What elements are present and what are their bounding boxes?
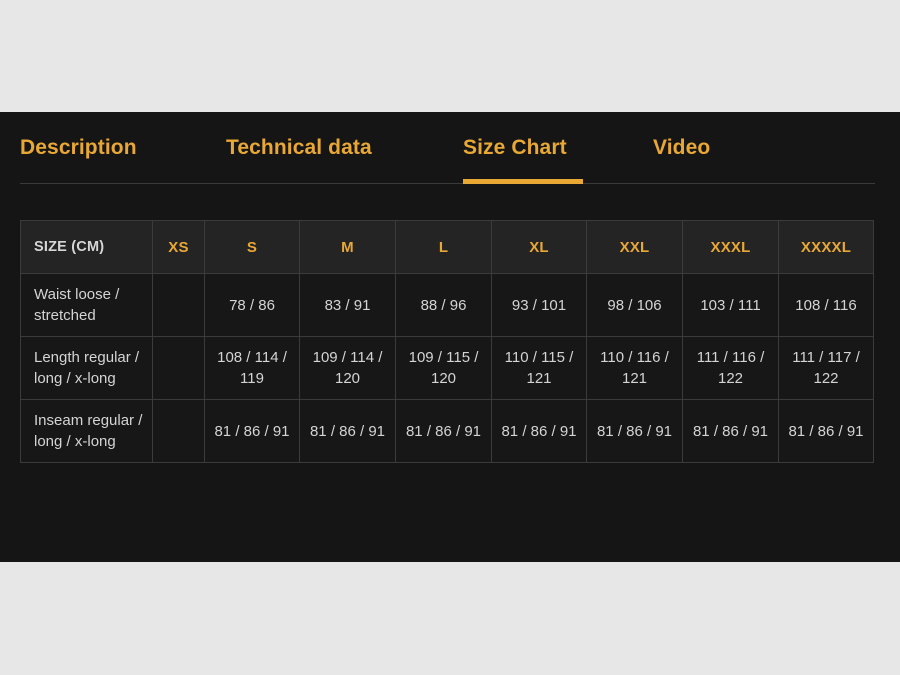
cell-length-l: 109 / 115 / 120	[395, 336, 492, 400]
tab-video[interactable]: Video	[653, 124, 710, 172]
table-header-row: SIZE (CM) XS S M L XL XXL XXXL XXXXL	[20, 220, 874, 274]
cell-length-xs	[152, 336, 205, 400]
column-header-xxxxl: XXXXL	[778, 220, 874, 274]
cell-length-xl: 110 / 115 / 121	[491, 336, 587, 400]
cell-inseam-s: 81 / 86 / 91	[204, 399, 300, 463]
tab-description[interactable]: Description	[20, 124, 137, 172]
tab-bar: Description Technical data Size Chart Vi…	[20, 124, 875, 184]
column-header-l: L	[395, 220, 492, 274]
cell-waist-xxxxl: 108 / 116	[778, 273, 874, 337]
tab-size-chart[interactable]: Size Chart	[463, 124, 567, 172]
column-header-s: S	[204, 220, 300, 274]
table-row: Waist loose / stretched 78 / 86 83 / 91 …	[20, 273, 874, 337]
cell-length-xxxxl: 111 / 117 / 122	[778, 336, 874, 400]
column-header-xs: XS	[152, 220, 205, 274]
page-root: Description Technical data Size Chart Vi…	[0, 0, 900, 675]
tab-divider	[20, 183, 875, 184]
tab-technical-data[interactable]: Technical data	[226, 124, 372, 172]
size-chart-container: SIZE (CM) XS S M L XL XXL XXXL XXXXL Wai…	[20, 220, 874, 463]
cell-length-xxxl: 111 / 116 / 122	[682, 336, 779, 400]
cell-length-xxl: 110 / 116 / 121	[586, 336, 683, 400]
cell-waist-m: 83 / 91	[299, 273, 396, 337]
cell-waist-xxxl: 103 / 111	[682, 273, 779, 337]
cell-inseam-xxl: 81 / 86 / 91	[586, 399, 683, 463]
cell-inseam-l: 81 / 86 / 91	[395, 399, 492, 463]
row-label-length: Length regular / long / x-long	[20, 336, 153, 400]
column-header-m: M	[299, 220, 396, 274]
cell-waist-xxl: 98 / 106	[586, 273, 683, 337]
cell-waist-xs	[152, 273, 205, 337]
row-label-waist: Waist loose / stretched	[20, 273, 153, 337]
cell-waist-s: 78 / 86	[204, 273, 300, 337]
column-header-xxxl: XXXL	[682, 220, 779, 274]
active-tab-underline	[463, 179, 583, 184]
product-info-panel: Description Technical data Size Chart Vi…	[0, 112, 900, 562]
cell-inseam-xs	[152, 399, 205, 463]
cell-inseam-xl: 81 / 86 / 91	[491, 399, 587, 463]
cell-inseam-m: 81 / 86 / 91	[299, 399, 396, 463]
column-header-size: SIZE (CM)	[20, 220, 153, 274]
cell-waist-xl: 93 / 101	[491, 273, 587, 337]
cell-inseam-xxxxl: 81 / 86 / 91	[778, 399, 874, 463]
cell-length-m: 109 / 114 / 120	[299, 336, 396, 400]
table-row: Inseam regular / long / x-long 81 / 86 /…	[20, 399, 874, 463]
column-header-xl: XL	[491, 220, 587, 274]
table-row: Length regular / long / x-long 108 / 114…	[20, 336, 874, 400]
size-chart-table: SIZE (CM) XS S M L XL XXL XXXL XXXXL Wai…	[20, 220, 874, 463]
cell-waist-l: 88 / 96	[395, 273, 492, 337]
column-header-xxl: XXL	[586, 220, 683, 274]
cell-length-s: 108 / 114 / 119	[204, 336, 300, 400]
cell-inseam-xxxl: 81 / 86 / 91	[682, 399, 779, 463]
row-label-inseam: Inseam regular / long / x-long	[20, 399, 153, 463]
